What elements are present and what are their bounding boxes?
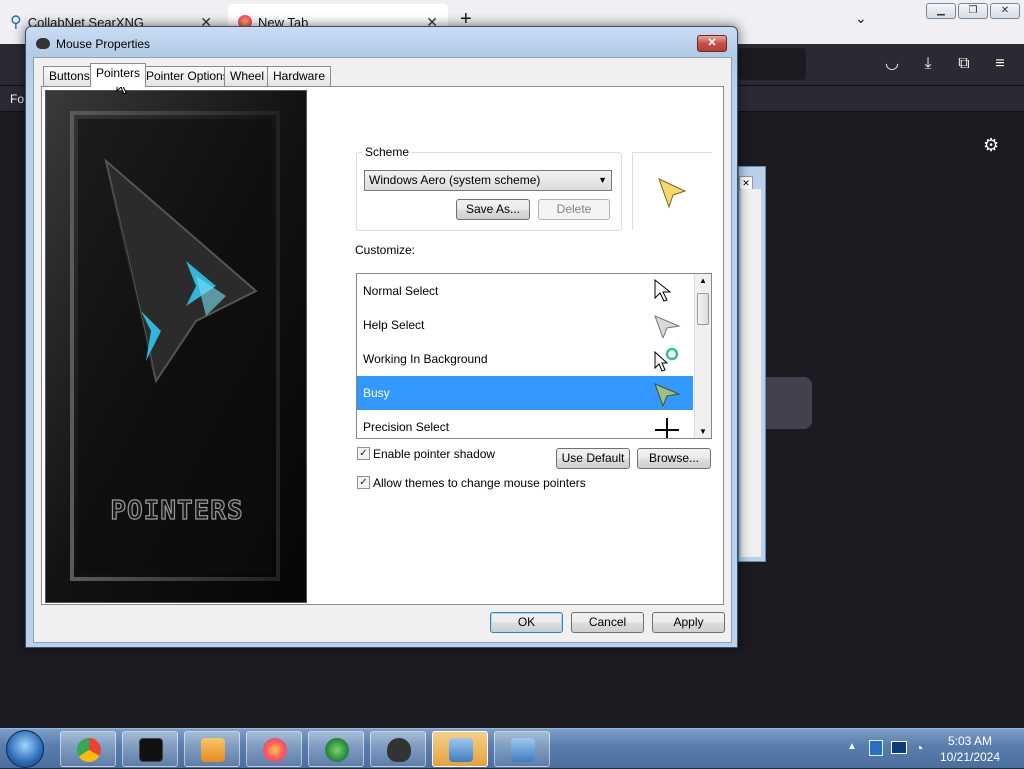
crosshair-cursor-icon xyxy=(655,418,679,438)
url-bar[interactable] xyxy=(738,48,806,80)
chrome-icon xyxy=(77,738,101,762)
cancel-button[interactable]: Cancel xyxy=(571,612,644,633)
working-cursor-icon xyxy=(654,347,679,372)
pointers-panel: POINTERS Scheme Windows Aero (system sch… xyxy=(41,86,724,605)
dialog-title: Mouse Properties xyxy=(56,37,151,51)
theme-preview-image: POINTERS xyxy=(45,90,307,603)
save-as-button[interactable]: Save As... xyxy=(456,199,530,220)
list-item[interactable]: Precision Select xyxy=(357,410,693,438)
pocket-icon[interactable]: ◡ xyxy=(882,54,902,74)
clock[interactable]: 5:03 AM 10/21/2024 xyxy=(930,733,1010,765)
taskbar-media-player[interactable] xyxy=(184,731,240,767)
taskbar-control-panel[interactable] xyxy=(494,731,550,767)
allow-themes-label: Allow themes to change mouse pointers xyxy=(373,476,586,490)
list-item[interactable]: Help Select xyxy=(357,308,693,342)
cursor-name: Help Select xyxy=(363,318,425,332)
close-window-icon[interactable]: ✕ xyxy=(990,3,1020,19)
scroll-thumb[interactable] xyxy=(697,293,709,325)
taskbar-chrome[interactable] xyxy=(60,731,116,767)
scheme-select[interactable]: Windows Aero (system scheme) ▼ xyxy=(364,170,612,191)
enable-shadow-checkbox[interactable]: ✓ xyxy=(357,447,370,460)
customize-label: Customize: xyxy=(355,243,416,257)
mouse-icon xyxy=(387,738,411,762)
allow-themes-checkbox[interactable]: ✓ xyxy=(357,476,370,489)
restore-icon[interactable]: ❐ xyxy=(958,3,988,19)
background-window: ✕ xyxy=(738,166,766,562)
menu-icon[interactable]: ≡ xyxy=(990,54,1010,74)
mouse-icon xyxy=(36,38,50,49)
download-icon[interactable]: ⤓ xyxy=(918,54,938,74)
chevron-down-icon[interactable]: ⌄ xyxy=(855,10,867,27)
cursor-name: Busy xyxy=(363,386,390,400)
taskbar-download-manager[interactable] xyxy=(308,731,364,767)
background-window-body xyxy=(741,189,761,557)
arrow-cursor-preview-icon xyxy=(658,178,687,209)
list-item[interactable]: Working In Background xyxy=(357,342,693,376)
cursor-name: Precision Select xyxy=(363,420,450,434)
security-icon[interactable] xyxy=(869,740,883,756)
bookmark-item[interactable]: Fo xyxy=(10,92,24,106)
taskbar-firefox[interactable] xyxy=(246,731,302,767)
control-panel-icon xyxy=(449,738,473,762)
taskbar-terminal[interactable] xyxy=(122,731,178,767)
delete-button[interactable]: Delete xyxy=(538,199,610,220)
scheme-label: Scheme xyxy=(362,145,413,159)
close-button[interactable]: ✕ xyxy=(697,35,727,52)
dropdown-arrow-icon: ▼ xyxy=(598,175,607,185)
tab-hardware[interactable]: Hardware xyxy=(267,66,332,86)
extensions-icon[interactable]: ⧉ xyxy=(954,54,974,74)
cursor-list[interactable]: Normal Select Help Select Working In Bac… xyxy=(356,273,712,439)
cursor-name: Normal Select xyxy=(363,284,439,298)
media-player-icon xyxy=(201,738,225,762)
list-scrollbar[interactable]: ▲ ▼ xyxy=(694,274,711,438)
cursor-name: Working In Background xyxy=(363,352,488,366)
start-button[interactable] xyxy=(6,730,44,768)
tab-wheel[interactable]: Wheel xyxy=(224,66,271,86)
apply-button[interactable]: Apply xyxy=(652,612,725,633)
list-item[interactable]: Busy xyxy=(357,376,693,410)
gear-icon[interactable]: ⚙ xyxy=(983,135,999,156)
help-cursor-icon xyxy=(654,315,681,338)
clock-date: 10/21/2024 xyxy=(939,750,1001,764)
cursor-preview xyxy=(632,152,712,230)
scheme-value: Windows Aero (system scheme) xyxy=(369,173,541,187)
enable-shadow-label: Enable pointer shadow xyxy=(373,447,496,461)
tab-pointer-options[interactable]: Pointer Options xyxy=(140,66,235,86)
network-icon[interactable] xyxy=(891,741,907,754)
show-hidden-icons[interactable]: ▲ xyxy=(847,741,857,752)
firefox-icon xyxy=(263,738,287,762)
control-panel-icon xyxy=(511,738,535,762)
browse-button[interactable]: Browse... xyxy=(637,448,711,469)
preview-logo-text: POINTERS xyxy=(110,496,243,526)
clock-time: 5:03 AM xyxy=(947,734,993,748)
download-manager-icon xyxy=(325,738,349,762)
busy-cursor-icon xyxy=(654,383,681,406)
ok-button[interactable]: OK xyxy=(490,612,563,633)
volume-icon[interactable]: ◔ xyxy=(915,740,923,756)
tab-buttons[interactable]: Buttons xyxy=(43,66,96,86)
terminal-icon xyxy=(139,738,163,762)
dialog-body: Buttons Pointers Pointer Options Wheel H… xyxy=(33,57,732,643)
arrow-cursor-icon xyxy=(654,278,672,302)
taskbar: ▲ ◔ 5:03 AM 10/21/2024 xyxy=(0,728,1024,768)
taskbar-control-panel-active[interactable] xyxy=(432,731,488,767)
minimize-icon[interactable]: ▁ xyxy=(926,3,956,19)
use-default-button[interactable]: Use Default xyxy=(556,448,630,469)
scroll-down-icon[interactable]: ▼ xyxy=(699,427,707,436)
mouse-properties-dialog: Mouse Properties ✕ Buttons Pointers Poin… xyxy=(25,26,738,648)
scroll-up-icon[interactable]: ▲ xyxy=(699,276,707,285)
search-icon: ⚲ xyxy=(10,14,22,31)
tab-pointers[interactable]: Pointers xyxy=(90,63,147,87)
taskbar-mouse[interactable] xyxy=(370,731,426,767)
close-icon[interactable]: ✕ xyxy=(739,176,753,190)
list-item[interactable]: Normal Select xyxy=(357,274,693,308)
